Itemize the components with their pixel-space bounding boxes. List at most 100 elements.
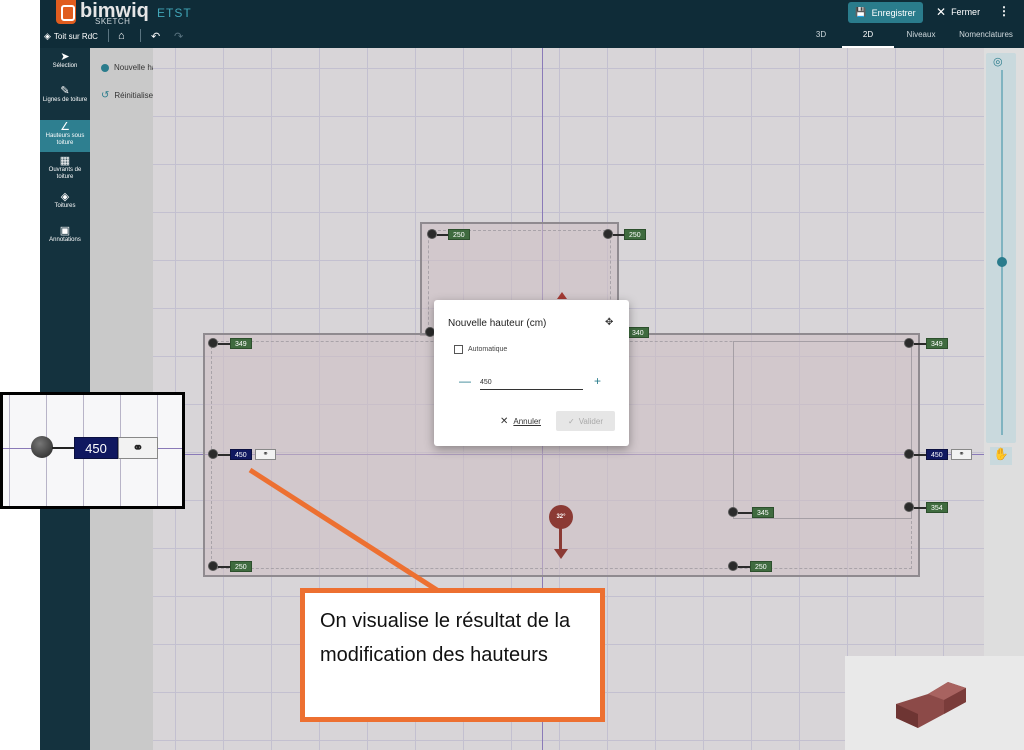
project-name: ETST <box>157 6 192 20</box>
node-stem <box>218 454 230 456</box>
reset-label: Réinitialiser <box>114 91 156 100</box>
toolbar-divider <box>108 29 109 42</box>
sidebar-item-label: Lignes de toiture <box>42 97 88 103</box>
slope-badge[interactable]: 32° <box>549 505 573 529</box>
link-icon[interactable]: ⚭ <box>255 449 276 460</box>
tab-3d[interactable]: 3D <box>800 30 842 48</box>
node-stem <box>914 507 926 509</box>
height-label[interactable]: 250 <box>750 561 772 572</box>
height-label[interactable]: 349 <box>230 338 252 349</box>
fit-view-icon[interactable]: ◎ <box>993 55 1003 68</box>
node-stem <box>218 343 230 345</box>
sidebar-item-label: Annotations <box>49 237 81 243</box>
sidebar-item-ouvrants[interactable]: ▦ Ouvrants de toiture <box>40 154 90 186</box>
height-label[interactable]: 354 <box>926 502 948 513</box>
layers-icon: ◈ <box>60 191 70 203</box>
cancel-button[interactable]: ✕ Annuler <box>500 416 541 427</box>
toolbar-divider <box>140 29 141 42</box>
angle-icon: ∠ <box>60 121 70 133</box>
logo-icon <box>56 0 76 24</box>
zoom-inset: 450 ⚭ <box>0 392 185 509</box>
save-icon: 💾 <box>855 7 867 17</box>
hand-icon[interactable]: ✋ <box>990 447 1012 465</box>
automatic-checkbox[interactable] <box>454 345 463 354</box>
annotation-callout: On visualise le résultat de la modificat… <box>300 588 605 722</box>
close-label: Fermer <box>951 7 981 17</box>
validate-label: Valider <box>578 416 603 426</box>
sidebar-item-toitures[interactable]: ◈ Toitures <box>40 190 90 222</box>
reset-option[interactable]: ↺ Réinitialiser <box>101 90 156 101</box>
move-icon[interactable]: ✥ <box>605 317 613 328</box>
sidebar-item-label: Toitures <box>54 203 76 209</box>
height-label[interactable]: 250 <box>624 229 646 240</box>
save-label: Enregistrer <box>871 7 916 18</box>
height-label[interactable]: 345 <box>752 507 774 518</box>
inset-height-node <box>31 436 53 458</box>
view-tabs: 3D 2D Niveaux Nomenclatures <box>800 30 1024 48</box>
height-label[interactable]: 250 <box>448 229 470 240</box>
sidebar-item-annotations[interactable]: ▣ Annotations <box>40 224 90 256</box>
tab-2d[interactable]: 2D <box>842 30 894 48</box>
undo-icon[interactable]: ↶ <box>151 30 160 43</box>
sidebar-item-label: Sélection <box>52 63 78 69</box>
height-node[interactable] <box>728 507 738 517</box>
floor-label: Toit sur RdC <box>53 32 98 41</box>
kebab-icon[interactable]: ⋮ <box>998 4 1010 18</box>
automatic-label: Automatique <box>468 346 508 353</box>
height-node[interactable] <box>728 561 738 571</box>
roof-wing-outline <box>733 341 912 519</box>
tab-nomenclatures[interactable]: Nomenclatures <box>948 30 1024 48</box>
sidebar-item-lignes[interactable]: ✎ Lignes de toiture <box>40 84 90 116</box>
height-node[interactable] <box>904 338 914 348</box>
height-label[interactable]: 250 <box>230 561 252 572</box>
sidebar-item-hauteurs[interactable]: ∠ Hauteurs sous toiture <box>40 120 90 152</box>
save-button[interactable]: 💾 Enregistrer <box>848 2 923 23</box>
decrement-button[interactable]: — <box>459 374 471 388</box>
comment-icon: ▣ <box>59 225 71 237</box>
close-button[interactable]: ✕ Fermer <box>936 5 980 19</box>
new-height-dialog: Nouvelle hauteur (cm) ✥ Automatique — + … <box>434 300 629 446</box>
height-label-selected[interactable]: 450 <box>926 449 948 460</box>
callout-text: On visualise le résultat de la modificat… <box>320 610 571 666</box>
height-node[interactable] <box>603 229 613 239</box>
reset-icon: ↺ <box>101 90 110 101</box>
3d-roof-model <box>896 682 966 728</box>
node-stem <box>914 454 926 456</box>
zoom-slider-knob[interactable] <box>997 257 1007 267</box>
top-bar: bimwiq SKETCH ETST 💾 Enregistrer ✕ Ferme… <box>40 0 1024 48</box>
height-node-selected[interactable] <box>904 449 914 459</box>
inset-height-label: 450 <box>74 437 118 459</box>
link-icon[interactable]: ⚭ <box>951 449 972 460</box>
height-label[interactable]: 340 <box>627 327 649 338</box>
node-stem <box>613 234 624 236</box>
redo-icon[interactable]: ↷ <box>174 30 183 43</box>
layers-icon: ◈ <box>44 31 51 41</box>
window-icon: ▦ <box>59 155 71 167</box>
height-label[interactable]: 349 <box>926 338 948 349</box>
increment-button[interactable]: + <box>594 374 601 388</box>
sidebar-item-selection[interactable]: ➤ Sélection <box>40 50 90 82</box>
sidebar-item-label: Ouvrants de toiture <box>48 167 82 180</box>
height-node[interactable] <box>427 229 437 239</box>
height-node[interactable] <box>904 502 914 512</box>
node-stem <box>218 566 230 568</box>
validate-button[interactable]: ✓ Valider <box>556 411 615 431</box>
height-node[interactable] <box>208 561 218 571</box>
height-node[interactable] <box>208 338 218 348</box>
pencil-icon: ✎ <box>60 85 70 97</box>
close-icon: ✕ <box>936 5 947 19</box>
inset-node-stem <box>52 447 74 449</box>
node-stem <box>738 512 752 514</box>
link-icon: ⚭ <box>118 437 158 459</box>
height-label-selected[interactable]: 450 <box>230 449 252 460</box>
slope-arrow-icon <box>554 549 568 559</box>
node-stem <box>914 343 926 345</box>
height-input[interactable] <box>480 375 583 390</box>
height-node-selected[interactable] <box>208 449 218 459</box>
tab-niveaux[interactable]: Niveaux <box>894 30 948 48</box>
close-icon: ✕ <box>500 416 509 427</box>
house-icon[interactable]: ⌂ <box>118 30 125 42</box>
floor-selector[interactable]: ◈ Toit sur RdC <box>44 31 98 42</box>
zoom-slider-track[interactable] <box>1001 70 1003 435</box>
check-icon: ✓ <box>567 416 575 426</box>
